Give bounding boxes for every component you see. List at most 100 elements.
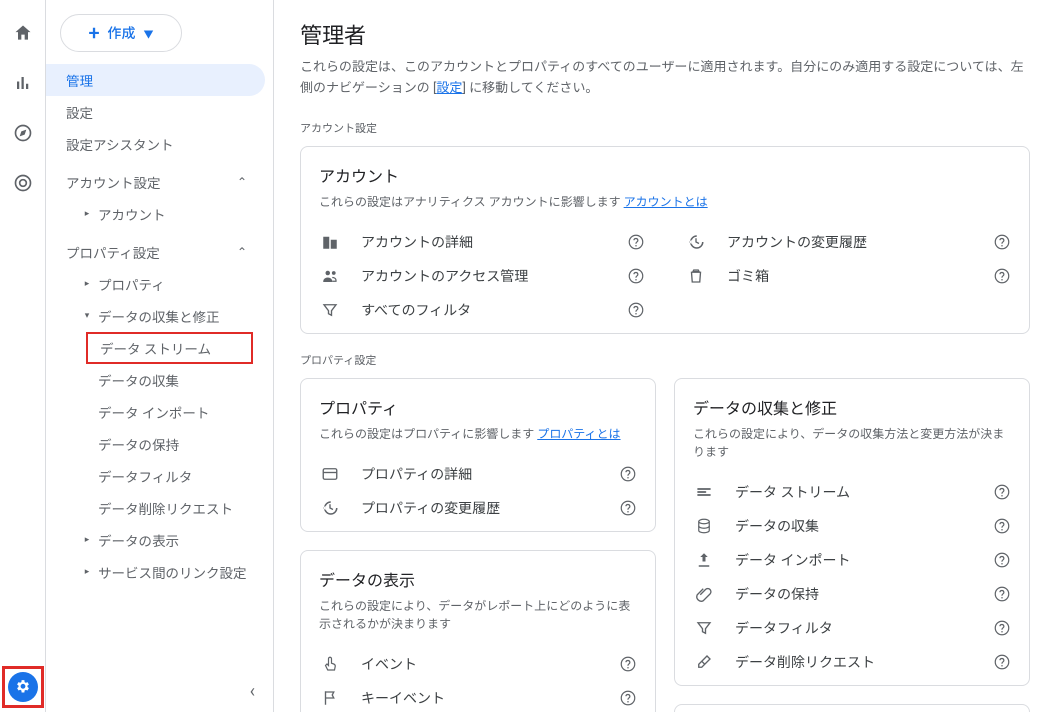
home-icon[interactable] — [12, 22, 34, 44]
building-icon — [319, 233, 341, 251]
triangle-icon: ▸ — [82, 535, 92, 545]
triangle-icon: ▸ — [82, 567, 92, 577]
row-display-key-events[interactable]: キーイベント — [319, 681, 637, 712]
help-icon[interactable] — [627, 301, 645, 319]
filter-icon — [319, 301, 341, 319]
sidebar-item-data-delete-request[interactable]: データ削除リクエスト — [46, 492, 265, 524]
database-icon — [693, 517, 715, 535]
card-collect-subtitle: これらの設定により、データの収集方法と変更方法が決まります — [693, 425, 1011, 461]
sidebar-group-property[interactable]: プロパティ設定 ⌃ — [46, 236, 265, 268]
card-data-collection: データの収集と修正 これらの設定により、データの収集方法と変更方法が決まります … — [674, 378, 1030, 686]
reports-icon[interactable] — [12, 72, 34, 94]
sidebar-item-data-filter[interactable]: データフィルタ — [46, 460, 265, 492]
touch-icon — [319, 655, 341, 673]
row-property-details[interactable]: プロパティの詳細 — [319, 457, 637, 491]
sidebar-item-data-collection[interactable]: データの収集 — [46, 364, 265, 396]
section-heading-account: アカウント設定 — [300, 120, 1030, 136]
what-is-property-link[interactable]: プロパティとは — [537, 427, 620, 441]
sidebar-item-service-links[interactable]: ▸サービス間のリンク設定 — [46, 556, 265, 588]
help-icon[interactable] — [993, 619, 1011, 637]
what-is-account-link[interactable]: アカウントとは — [624, 195, 708, 209]
sidebar-item-data-stream[interactable]: データ ストリーム — [86, 332, 253, 364]
advertising-icon[interactable] — [12, 172, 34, 194]
page-description: これらの設定は、このアカウントとプロパティのすべてのユーザーに適用されます。自分… — [300, 58, 1030, 100]
row-collect-retention[interactable]: データの保持 — [693, 577, 1011, 611]
triangle-icon: ▸ — [82, 209, 92, 219]
card-property: プロパティ これらの設定はプロパティに影響します プロパティとは プロパティの詳… — [300, 378, 656, 532]
row-collect-collection[interactable]: データの収集 — [693, 509, 1011, 543]
help-icon[interactable] — [993, 267, 1011, 285]
help-icon[interactable] — [619, 499, 637, 517]
main-content: 管理者 これらの設定は、このアカウントとプロパティのすべてのユーザーに適用されま… — [274, 0, 1046, 712]
help-icon[interactable] — [627, 267, 645, 285]
sidebar-item-data-collection-fix[interactable]: ▾データの収集と修正 — [46, 300, 265, 332]
help-icon[interactable] — [993, 483, 1011, 501]
row-collect-filter[interactable]: データフィルタ — [693, 611, 1011, 645]
row-collect-stream[interactable]: データ ストリーム — [693, 475, 1011, 509]
card-property-title: プロパティ — [319, 395, 637, 419]
create-button[interactable]: + 作成 ▼ — [60, 14, 182, 52]
help-icon[interactable] — [619, 655, 637, 673]
card-icon — [319, 465, 341, 483]
help-icon[interactable] — [993, 233, 1011, 251]
create-label: 作成 — [108, 23, 136, 43]
page-title: 管理者 — [300, 18, 1030, 50]
help-icon[interactable] — [993, 653, 1011, 671]
chevron-up-icon: ⌃ — [237, 245, 247, 259]
help-icon[interactable] — [619, 689, 637, 707]
help-icon[interactable] — [993, 551, 1011, 569]
help-icon[interactable] — [619, 465, 637, 483]
sidebar-item-assistant[interactable]: 設定アシスタント — [46, 128, 265, 160]
card-display-title: データの表示 — [319, 567, 637, 591]
row-account-details[interactable]: アカウントの詳細 — [319, 225, 645, 259]
flag-icon — [319, 689, 341, 707]
row-account-trash[interactable]: ゴミ箱 — [685, 259, 1011, 293]
settings-inline-link[interactable]: 設定 — [436, 81, 462, 96]
admin-gear-button[interactable] — [8, 672, 38, 702]
card-account: アカウント これらの設定はアナリティクス アカウントに影響します アカウントとは… — [300, 146, 1030, 334]
chevron-up-icon: ⌃ — [237, 175, 247, 189]
admin-sidebar: + 作成 ▼ 管理 設定 設定アシスタント アカウント設定 ⌃ ▸アカウント プ… — [46, 0, 274, 712]
sidebar-item-data-retention[interactable]: データの保持 — [46, 428, 265, 460]
history-icon — [685, 233, 707, 251]
sidebar-item-data-display[interactable]: ▸データの表示 — [46, 524, 265, 556]
plus-icon: + — [88, 23, 99, 43]
help-icon[interactable] — [627, 233, 645, 251]
sidebar-item-admin[interactable]: 管理 — [46, 64, 265, 96]
trash-icon — [685, 267, 707, 285]
admin-gear-highlight — [2, 666, 44, 708]
sidebar-item-data-import[interactable]: データ インポート — [46, 396, 265, 428]
sidebar-group-account[interactable]: アカウント設定 ⌃ — [46, 166, 265, 198]
help-icon[interactable] — [993, 585, 1011, 603]
upload-icon — [693, 551, 715, 569]
clip-icon — [693, 585, 715, 603]
row-collect-import[interactable]: データ インポート — [693, 543, 1011, 577]
card-account-title: アカウント — [319, 163, 1011, 187]
explore-icon[interactable] — [12, 122, 34, 144]
collapse-sidebar-button[interactable]: ‹ — [250, 681, 255, 702]
left-rail — [0, 0, 46, 712]
sidebar-item-property[interactable]: ▸プロパティ — [46, 268, 265, 300]
row-display-events[interactable]: イベント — [319, 647, 637, 681]
caret-down-icon: ▼ — [144, 26, 154, 41]
stream-icon — [693, 483, 715, 501]
people-icon — [319, 267, 341, 285]
row-collect-delete[interactable]: データ削除リクエスト — [693, 645, 1011, 679]
filter-icon — [693, 619, 715, 637]
row-account-filters[interactable]: すべてのフィルタ — [319, 293, 645, 327]
row-account-history[interactable]: アカウントの変更履歴 — [685, 225, 1011, 259]
eraser-icon — [693, 653, 715, 671]
card-collect-title: データの収集と修正 — [693, 395, 1011, 419]
triangle-icon: ▸ — [82, 279, 92, 289]
card-service-links: サービス間のリンク設定 これらの設定により、このプロパティにリンクするサービスが… — [674, 704, 1030, 712]
card-data-display: データの表示 これらの設定により、データがレポート上にどのように表示されるかが決… — [300, 550, 656, 712]
sidebar-item-account[interactable]: ▸アカウント — [46, 198, 265, 230]
sidebar-item-settings[interactable]: 設定 — [46, 96, 265, 128]
card-display-subtitle: これらの設定により、データがレポート上にどのように表示されるかが決まります — [319, 597, 637, 633]
card-property-subtitle: これらの設定はプロパティに影響します プロパティとは — [319, 425, 637, 443]
row-account-access[interactable]: アカウントのアクセス管理 — [319, 259, 645, 293]
help-icon[interactable] — [993, 517, 1011, 535]
row-property-history[interactable]: プロパティの変更履歴 — [319, 491, 637, 525]
section-heading-property: プロパティ設定 — [300, 352, 1030, 368]
triangle-down-icon: ▾ — [82, 311, 92, 321]
